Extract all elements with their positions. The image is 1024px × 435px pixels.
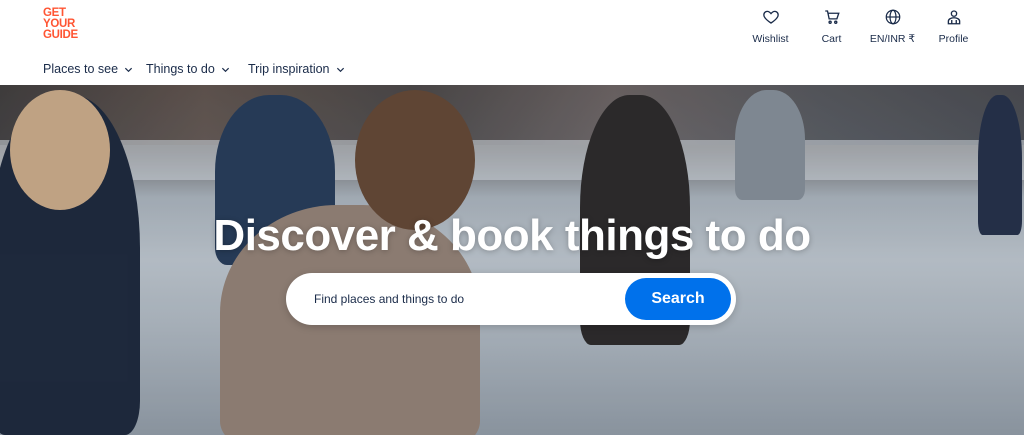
nav-places-to-see[interactable]: Places to see <box>43 62 133 76</box>
nav-label: Trip inspiration <box>248 62 330 76</box>
cart-label: Cart <box>821 33 842 45</box>
getyourguide-logo[interactable]: GET YOUR GUIDE <box>43 7 95 44</box>
language-currency-label: EN/INR ₹ <box>869 33 916 45</box>
main-nav: Places to see Things to do Trip inspirat… <box>0 52 1024 85</box>
language-currency-button[interactable]: EN/INR ₹ <box>862 6 923 46</box>
search-bar: Search <box>286 273 736 325</box>
wishlist-button[interactable]: Wishlist <box>740 6 801 46</box>
cart-icon <box>824 10 840 24</box>
nav-label: Things to do <box>146 62 215 76</box>
header-actions: Wishlist Cart EN/INR ₹ Profile <box>740 6 984 46</box>
top-header: GET YOUR GUIDE Wishlist Cart EN/INR ₹ Pr… <box>0 0 1024 52</box>
nav-trip-inspiration[interactable]: Trip inspiration <box>248 62 345 76</box>
heart-icon <box>762 10 779 24</box>
wishlist-label: Wishlist <box>752 33 789 45</box>
nav-label: Places to see <box>43 62 119 76</box>
profile-button[interactable]: Profile <box>923 6 984 46</box>
cart-button[interactable]: Cart <box>801 6 862 46</box>
hero-banner: Discover & book things to do Search <box>0 85 1024 435</box>
search-button[interactable]: Search <box>625 278 731 320</box>
chevron-down-icon <box>221 67 229 72</box>
search-input[interactable] <box>314 288 614 310</box>
profile-label: Profile <box>938 33 969 45</box>
chevron-down-icon <box>124 67 133 72</box>
logo-line: GUIDE <box>43 29 78 41</box>
globe-icon <box>885 9 900 25</box>
nav-things-to-do[interactable]: Things to do <box>146 62 230 76</box>
chevron-down-icon <box>336 67 344 72</box>
hero-title: Discover & book things to do <box>213 211 811 260</box>
profile-icon <box>947 10 960 25</box>
